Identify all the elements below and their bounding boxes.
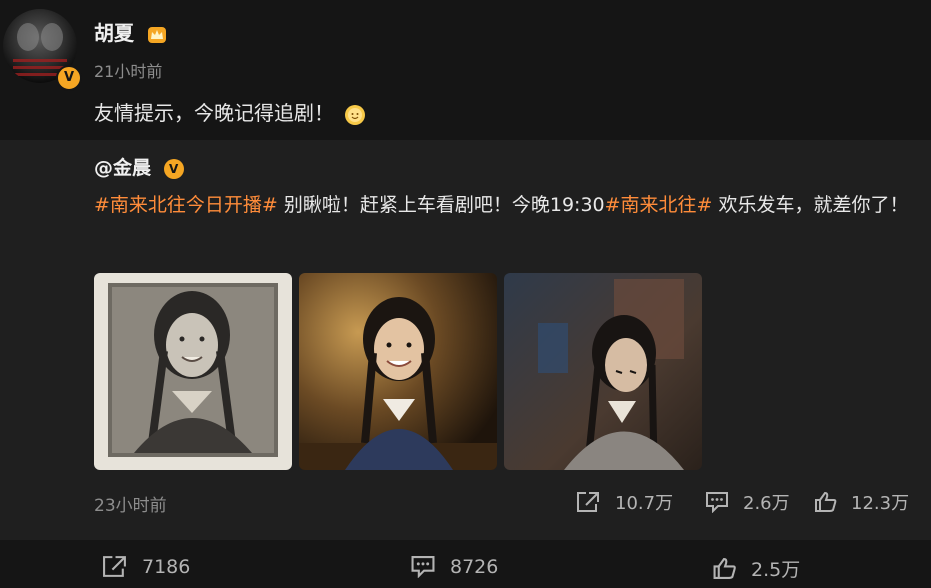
comment-count: 8726: [450, 555, 499, 578]
post-text-content: 友情提示，今晚记得追剧！: [94, 101, 334, 125]
post-text: 友情提示，今晚记得追剧！: [94, 97, 366, 126]
share-count: 10.7万: [615, 493, 674, 514]
repost-text-part: 别瞅啦！赶紧上车看剧吧！今晚19:30: [277, 194, 605, 216]
hashtag-link[interactable]: #南来北往#: [605, 194, 713, 216]
image-thumbnail-girl-reading[interactable]: [504, 273, 702, 470]
repost-like-button[interactable]: 12.3万: [814, 489, 909, 515]
share-count: 7186: [142, 555, 191, 578]
crown-icon: [147, 26, 166, 43]
author-name-text[interactable]: 胡夏: [94, 21, 134, 45]
like-count: 12.3万: [851, 493, 910, 514]
sun-smile-emoji-icon: [345, 104, 366, 125]
repost-text: #南来北往今日开播# 别瞅啦！赶紧上车看剧吧！今晚19:30#南来北往# 欢乐发…: [94, 188, 914, 222]
reposted-content[interactable]: @金晨 V #南来北往今日开播# 别瞅啦！赶紧上车看剧吧！今晚19:30#南来北…: [0, 140, 931, 540]
hashtag-link[interactable]: #南来北往今日开播#: [94, 194, 278, 216]
comment-button[interactable]: 8726: [410, 555, 498, 578]
post-time[interactable]: 21小时前: [94, 58, 162, 82]
thumbs-up-icon: [815, 491, 837, 512]
repost-share-button[interactable]: 10.7万: [576, 489, 673, 515]
repost-verified-badge-icon: V: [163, 158, 184, 179]
verified-badge-icon: V: [56, 65, 82, 91]
repost-text-part: 欢乐发车，就差你了！: [712, 194, 909, 216]
repost-author[interactable]: @金晨 V: [94, 153, 184, 180]
post-footer-actions: 7186 8726 2.5万: [0, 540, 931, 588]
share-icon: [103, 556, 126, 577]
share-icon: [577, 492, 599, 512]
weibo-post: V 胡夏 21小时前 友情提示，今晚记得追剧！ @金晨 V #南来北往今日开播#…: [0, 0, 931, 540]
comment-count: 2.6万: [743, 493, 790, 514]
image-thumbnail-vintage-photo[interactable]: [94, 273, 292, 470]
share-button[interactable]: 7186: [102, 555, 190, 578]
repost-author-name[interactable]: @金晨: [94, 157, 151, 179]
comment-icon: [706, 492, 728, 513]
image-thumbnail-smiling-girl[interactable]: [299, 273, 497, 470]
author-name[interactable]: 胡夏: [94, 17, 167, 46]
like-count: 2.5万: [751, 559, 801, 581]
thumbs-up-icon: [713, 558, 736, 579]
comment-icon: [411, 556, 435, 578]
like-button[interactable]: 2.5万: [712, 555, 800, 582]
repost-comment-button[interactable]: 2.6万: [705, 489, 790, 515]
repost-time[interactable]: 23小时前: [94, 491, 167, 516]
